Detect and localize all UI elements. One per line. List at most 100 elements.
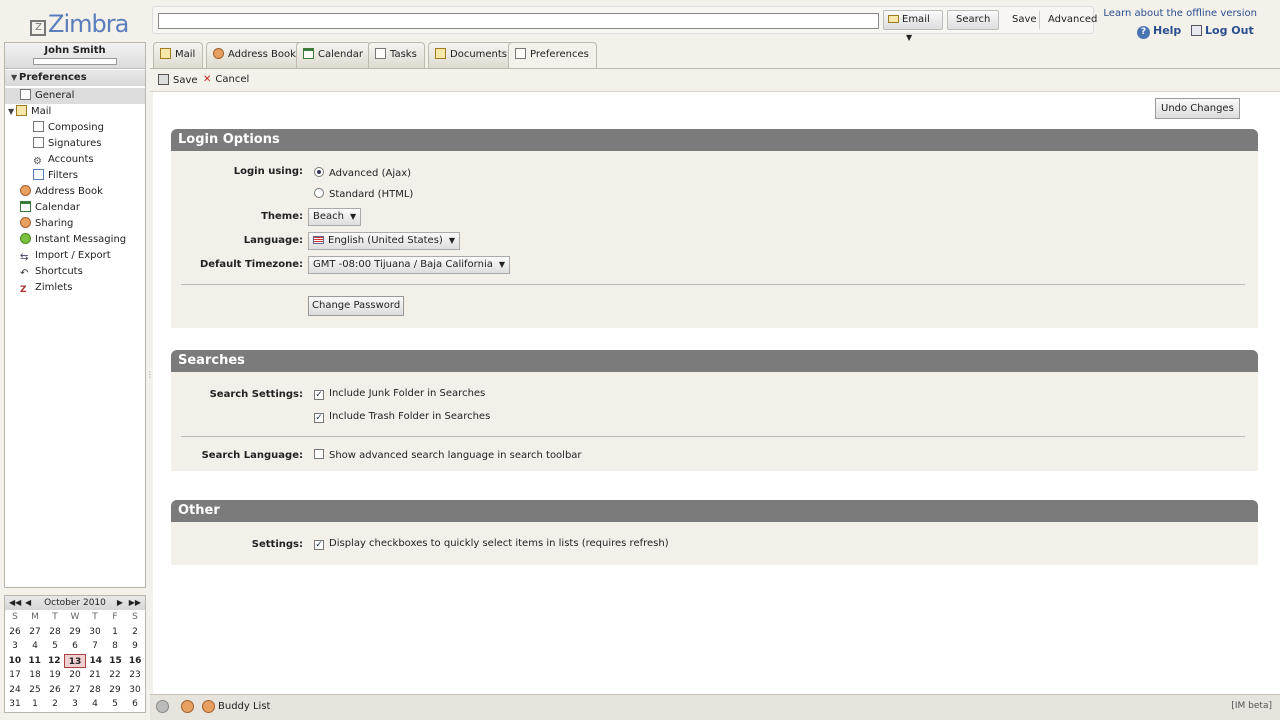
checkbox-checked-icon[interactable]: ✓ bbox=[314, 390, 324, 400]
calendar-day[interactable]: 27 bbox=[65, 683, 85, 698]
include-junk-option[interactable]: ✓ Include Junk Folder in Searches bbox=[314, 388, 485, 400]
tab-documents[interactable]: Documents bbox=[428, 42, 516, 68]
radio-selected-icon[interactable] bbox=[314, 167, 324, 177]
calendar-day[interactable]: 4 bbox=[25, 639, 45, 654]
tree-item-zimlets[interactable]: Z Zimlets bbox=[5, 280, 145, 296]
calendar-day[interactable]: 10 bbox=[5, 654, 25, 669]
radio-unselected-icon[interactable] bbox=[314, 188, 324, 198]
tree-item-filters[interactable]: Filters bbox=[5, 168, 145, 184]
calendar-day[interactable]: 5 bbox=[45, 639, 65, 654]
expand-arrow-icon[interactable]: ▼ bbox=[8, 104, 16, 120]
calendar-day[interactable]: 31 bbox=[5, 697, 25, 712]
tree-item-shortcuts[interactable]: ↶ Shortcuts bbox=[5, 264, 145, 280]
calendar-day[interactable]: 27 bbox=[25, 625, 45, 640]
help-link[interactable]: ? Help bbox=[1137, 24, 1181, 39]
prev-month-icon[interactable]: ◀ bbox=[25, 596, 31, 610]
calendar-day[interactable]: 5 bbox=[105, 697, 125, 712]
search-input[interactable] bbox=[158, 13, 879, 29]
calendar-day[interactable]: 4 bbox=[85, 697, 105, 712]
calendar-day[interactable]: 28 bbox=[85, 683, 105, 698]
add-buddy-icon[interactable] bbox=[181, 700, 194, 713]
collapse-arrow-icon[interactable]: ▼ bbox=[11, 70, 19, 86]
calendar-day[interactable]: 2 bbox=[45, 697, 65, 712]
calendar-day[interactable]: 26 bbox=[5, 625, 25, 640]
checkbox-unchecked-icon[interactable] bbox=[314, 449, 324, 459]
advanced-search-button[interactable]: Advanced bbox=[1039, 10, 1106, 30]
calendar-day[interactable]: 24 bbox=[5, 683, 25, 698]
next-month-icon[interactable]: ▶ bbox=[117, 596, 123, 610]
tab-calendar[interactable]: Calendar bbox=[296, 42, 371, 68]
calendar-day[interactable]: 1 bbox=[105, 625, 125, 640]
advanced-search-language-option[interactable]: Show advanced search language in search … bbox=[314, 449, 582, 461]
calendar-day[interactable]: 6 bbox=[125, 697, 145, 712]
tree-item-accounts[interactable]: ⚙ Accounts bbox=[5, 152, 145, 168]
calendar-day[interactable]: 14 bbox=[86, 654, 106, 669]
calendar-day[interactable]: 3 bbox=[65, 697, 85, 712]
cancel-label: Cancel bbox=[215, 74, 250, 85]
presence-status-icon[interactable] bbox=[156, 700, 169, 713]
calendar-day[interactable]: 8 bbox=[105, 639, 125, 654]
tree-item-signatures[interactable]: Signatures bbox=[5, 136, 145, 152]
calendar-day[interactable]: 26 bbox=[45, 683, 65, 698]
calendar-day[interactable]: 22 bbox=[105, 668, 125, 683]
calendar-day[interactable]: 16 bbox=[125, 654, 145, 669]
calendar-day[interactable]: 11 bbox=[25, 654, 45, 669]
panel-splitter[interactable]: ⋮ bbox=[146, 370, 154, 384]
calendar-day[interactable]: 20 bbox=[65, 668, 85, 683]
tree-item-general[interactable]: General bbox=[5, 88, 145, 104]
calendar-day[interactable]: 9 bbox=[125, 639, 145, 654]
include-trash-option[interactable]: ✓ Include Trash Folder in Searches bbox=[314, 411, 490, 423]
calendar-day[interactable]: 25 bbox=[25, 683, 45, 698]
prev-year-icon[interactable]: ◀◀ bbox=[9, 596, 21, 610]
login-standard-option[interactable]: Standard (HTML) bbox=[314, 188, 413, 200]
calendar-day[interactable]: 30 bbox=[125, 683, 145, 698]
calendar-day[interactable]: 30 bbox=[85, 625, 105, 640]
tree-item-calendar[interactable]: Calendar bbox=[5, 200, 145, 216]
checkbox-checked-icon[interactable]: ✓ bbox=[314, 413, 324, 423]
search-type-dropdown[interactable]: Email ▼ bbox=[883, 10, 943, 42]
calendar-day[interactable]: 1 bbox=[25, 697, 45, 712]
tree-item-import-export[interactable]: ⇆ Import / Export bbox=[5, 248, 145, 264]
offline-version-link[interactable]: Learn about the offline version bbox=[1103, 8, 1257, 19]
checkbox-checked-icon[interactable]: ✓ bbox=[314, 540, 324, 550]
search-button[interactable]: Search bbox=[947, 10, 1000, 30]
language-select[interactable]: English (United States) ▼ bbox=[308, 232, 460, 250]
logout-link[interactable]: Log Out bbox=[1191, 24, 1254, 37]
calendar-day[interactable]: 29 bbox=[105, 683, 125, 698]
calendar-day[interactable]: 13 bbox=[64, 653, 86, 668]
tree-item-composing[interactable]: Composing bbox=[5, 120, 145, 136]
display-checkboxes-option[interactable]: ✓ Display checkboxes to quickly select it… bbox=[314, 538, 669, 550]
cancel-button[interactable]: ✕ Cancel bbox=[203, 74, 249, 85]
calendar-day[interactable]: 15 bbox=[106, 654, 126, 669]
theme-select[interactable]: Beach ▼ bbox=[308, 208, 362, 226]
calendar-day[interactable]: 23 bbox=[125, 668, 145, 683]
tab-mail[interactable]: Mail bbox=[153, 42, 204, 68]
preferences-tree-header[interactable]: ▼ Preferences bbox=[5, 70, 145, 86]
tab-address-book[interactable]: Address Book bbox=[206, 42, 304, 68]
calendar-day[interactable]: 12 bbox=[44, 654, 64, 669]
tab-tasks[interactable]: Tasks bbox=[368, 42, 425, 68]
calendar-day[interactable]: 7 bbox=[85, 639, 105, 654]
next-year-icon[interactable]: ▶▶ bbox=[129, 596, 141, 610]
tree-item-address-book[interactable]: Address Book bbox=[5, 184, 145, 200]
tree-item-mail[interactable]: ▼ Mail bbox=[5, 104, 145, 120]
buddy-list-button[interactable]: Buddy List bbox=[218, 701, 270, 712]
zimbra-logo[interactable]: Z Zimbra bbox=[30, 10, 129, 38]
calendar-day[interactable]: 29 bbox=[65, 625, 85, 640]
calendar-day[interactable]: 19 bbox=[45, 668, 65, 683]
calendar-day[interactable]: 18 bbox=[25, 668, 45, 683]
timezone-select[interactable]: GMT -08:00 Tijuana / Baja California ▼ bbox=[308, 256, 510, 274]
tree-item-sharing[interactable]: Sharing bbox=[5, 216, 145, 232]
calendar-day[interactable]: 2 bbox=[125, 625, 145, 640]
calendar-day[interactable]: 6 bbox=[65, 639, 85, 654]
calendar-day[interactable]: 28 bbox=[45, 625, 65, 640]
tree-item-instant-messaging[interactable]: Instant Messaging bbox=[5, 232, 145, 248]
undo-changes-button[interactable]: Undo Changes bbox=[1155, 98, 1240, 119]
calendar-day[interactable]: 21 bbox=[85, 668, 105, 683]
calendar-day[interactable]: 17 bbox=[5, 668, 25, 683]
save-button[interactable]: Save bbox=[158, 74, 198, 86]
tab-preferences[interactable]: Preferences bbox=[508, 42, 597, 69]
login-advanced-option[interactable]: Advanced (Ajax) bbox=[314, 167, 411, 179]
calendar-day[interactable]: 3 bbox=[5, 639, 25, 654]
change-password-button[interactable]: Change Password bbox=[308, 296, 405, 316]
